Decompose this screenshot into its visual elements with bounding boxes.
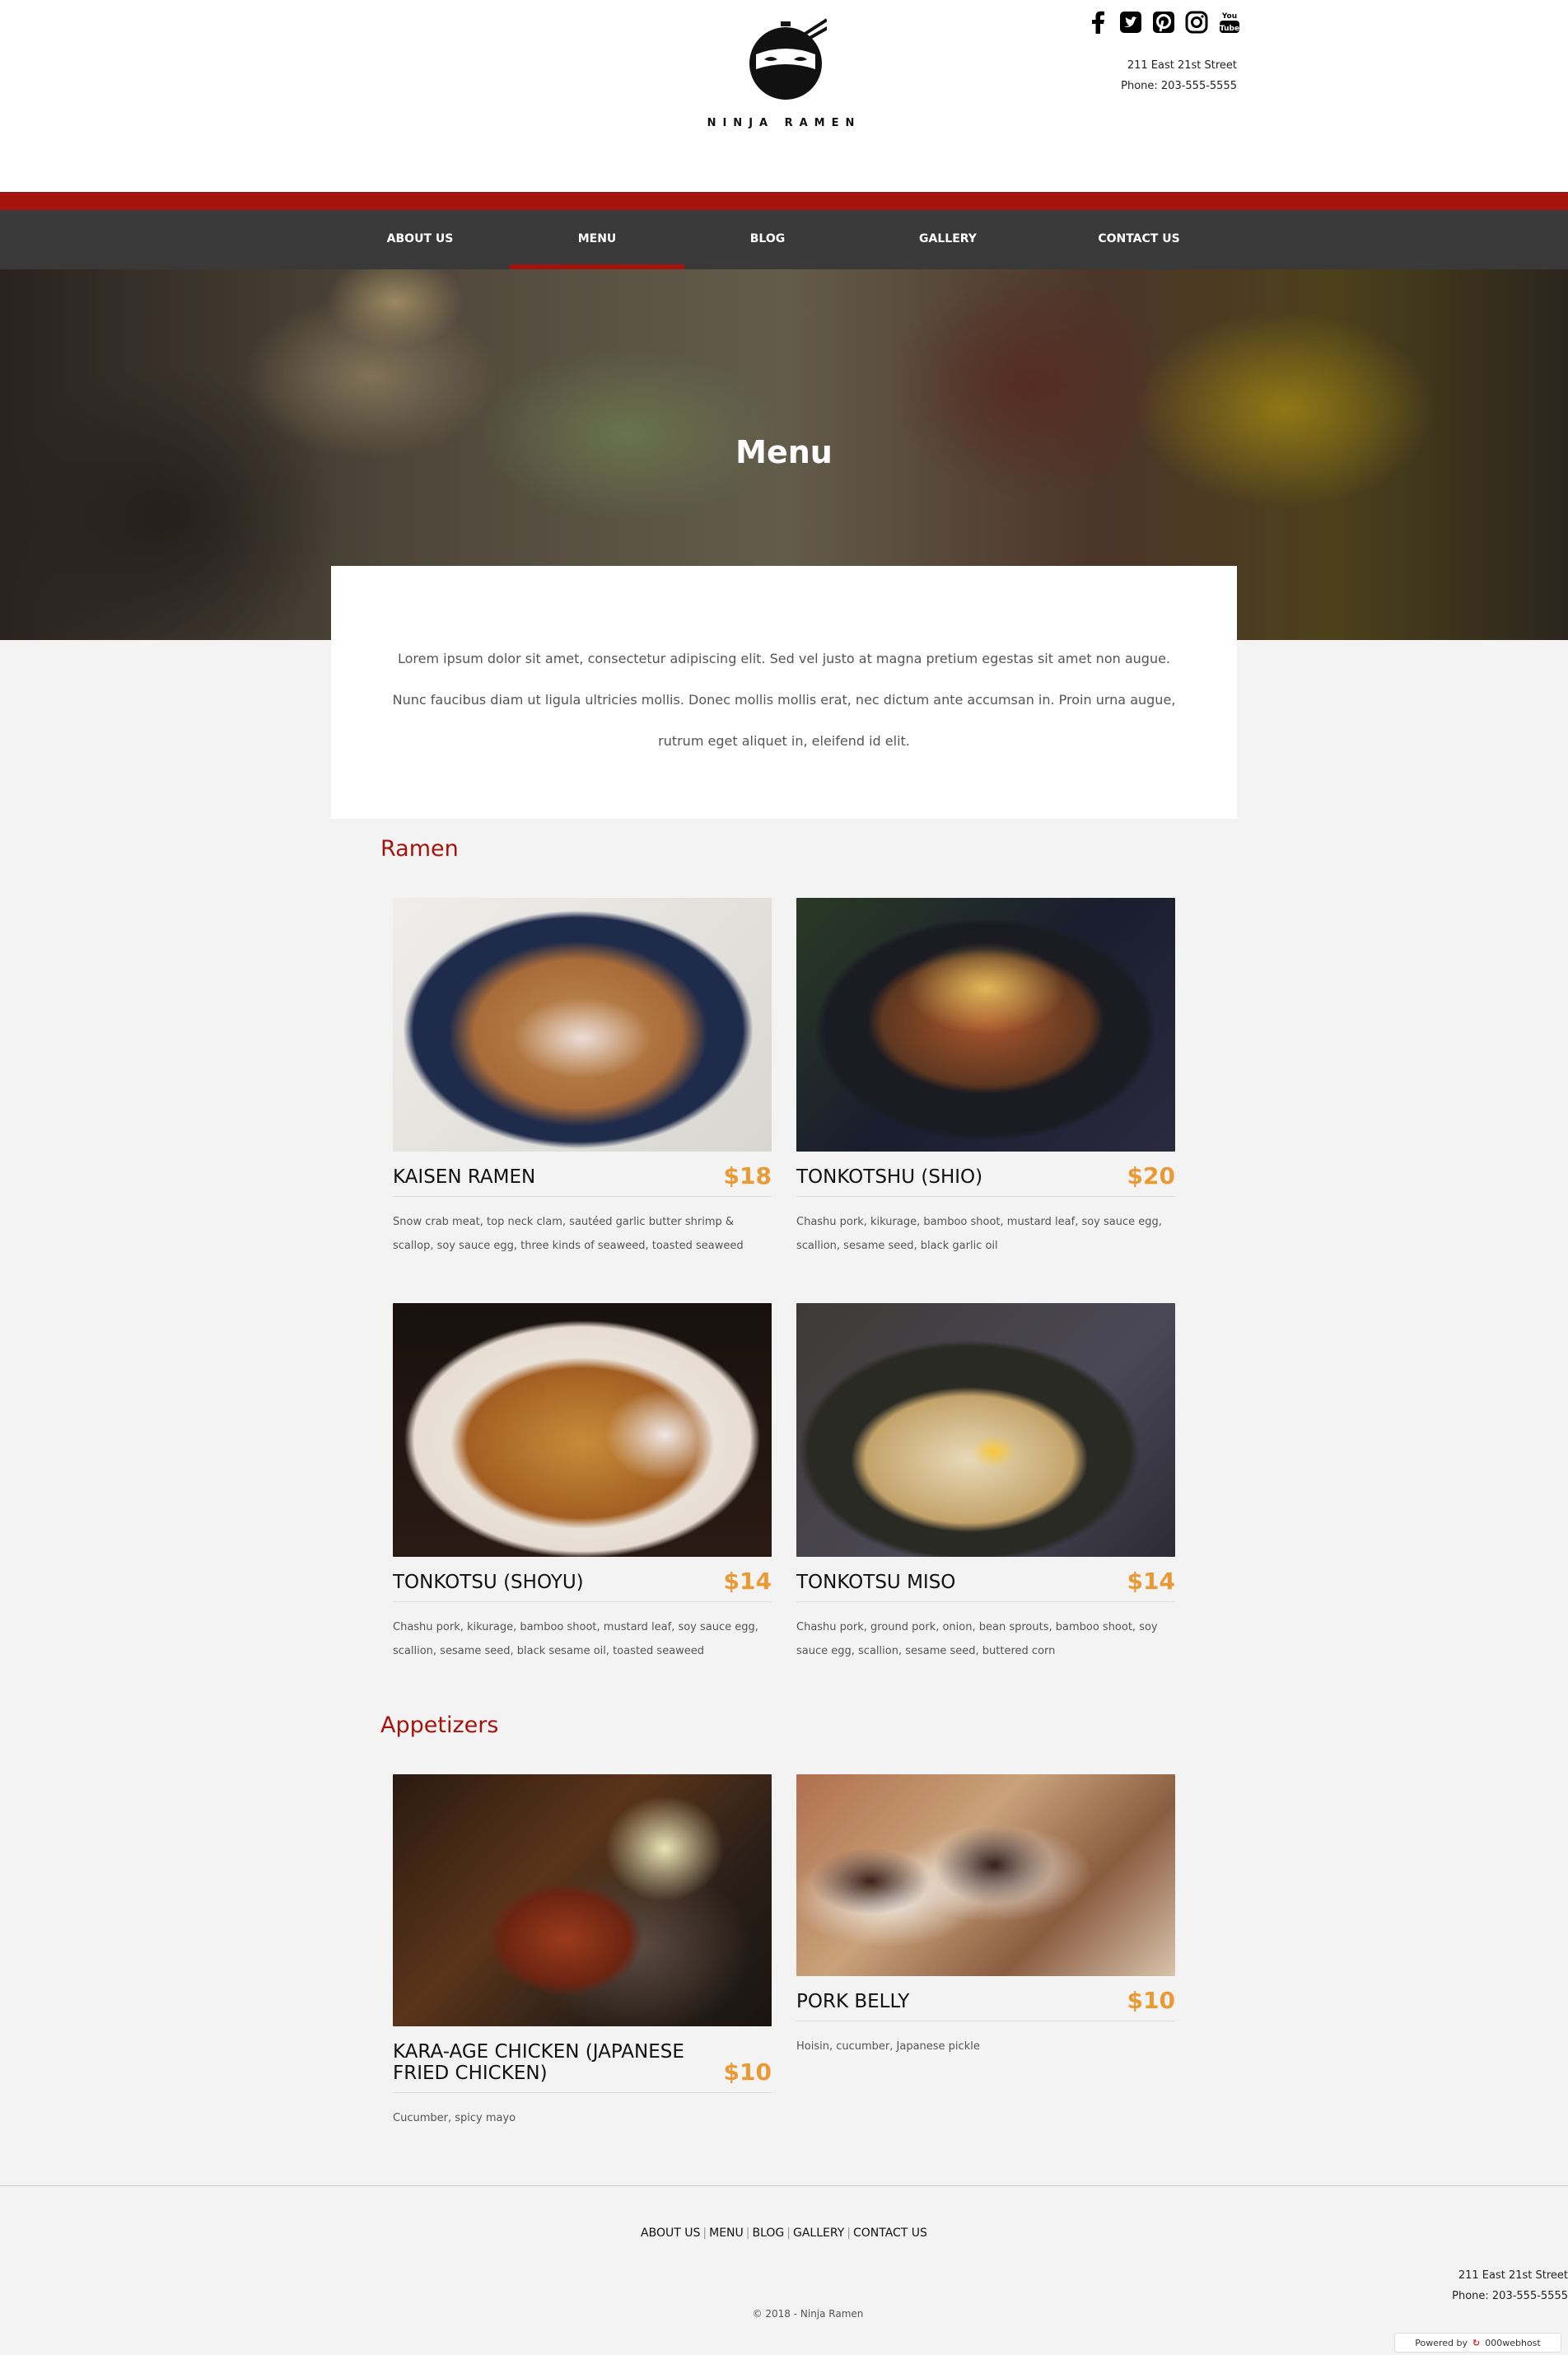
- host-name: 000webhost: [1485, 2337, 1541, 2348]
- pinterest-icon[interactable]: [1151, 10, 1176, 35]
- phone-label: Phone:: [1121, 80, 1158, 92]
- menu-item-description: Cucumber, spicy mayo: [393, 2112, 516, 2124]
- tonkotsu-shoyu-photo: [393, 1303, 772, 1557]
- footer-link-about-us[interactable]: ABOUT US: [641, 2227, 700, 2240]
- menu-item-header: TONKOTSU (SHOYU) $14: [393, 1568, 772, 1602]
- footer-link-contact-us[interactable]: CONTACT US: [853, 2227, 927, 2240]
- nav-item-about-us[interactable]: ABOUT US: [354, 210, 486, 269]
- menu-item-card: KARA-AGE CHICKEN (JAPANESE FRIED CHICKEN…: [393, 1774, 772, 2130]
- main-nav: ABOUT US MENU BLOG GALLERY CONTACT US: [0, 210, 1568, 269]
- menu-item-card: TONKOTSU MISO $14 Chashu pork, ground po…: [796, 1303, 1175, 1663]
- tonkotshu-shio-photo: [796, 898, 1175, 1152]
- footer-separator: |: [702, 2227, 707, 2240]
- menu-item-name: TONKOTSU (SHOYU): [393, 1572, 584, 1593]
- footer-separator: |: [786, 2227, 791, 2240]
- phone-link[interactable]: 203-555-5555: [1161, 80, 1237, 92]
- menu-item-header: KAISEN RAMEN $18: [393, 1162, 772, 1197]
- svg-text:Tube: Tube: [1220, 25, 1239, 33]
- phone-line: Phone: 203-555-5555: [1121, 76, 1237, 96]
- page-title: Menu: [735, 434, 833, 470]
- menu-item-price: $10: [1127, 1987, 1175, 2014]
- menu-item-card: TONKOTSHU (SHIO) $20 Chashu pork, kikura…: [796, 898, 1175, 1258]
- nav-item-contact-us[interactable]: CONTACT US: [1073, 210, 1205, 269]
- footer-nav: ABOUT US | MENU | BLOG | GALLERY | CONTACT US: [0, 2227, 1568, 2240]
- header-address: 211 East 21st Street Phone: 203-555-5555: [1121, 55, 1237, 96]
- footer-address: 211 East 21st Street Phone: 203-555-5555: [1452, 2265, 1568, 2306]
- footer-link-gallery[interactable]: GALLERY: [793, 2227, 844, 2240]
- menu-item-name: KAISEN RAMEN: [393, 1166, 536, 1188]
- menu-item-card: PORK BELLY $10 Hoisin, cucumber, Japanes…: [796, 1774, 1175, 2058]
- menu-item-description: Chashu pork, kikurage, bamboo shoot, mus…: [796, 1216, 1162, 1252]
- footer-divider: [0, 2185, 1568, 2186]
- menu-item-name: TONKOTSU MISO: [796, 1572, 956, 1593]
- youtube-icon[interactable]: You Tube: [1217, 10, 1242, 35]
- menu-item-price: $14: [1127, 1568, 1175, 1595]
- tonkotsu-miso-photo: [796, 1303, 1175, 1557]
- menu-item-description: Chashu pork, kikurage, bamboo shoot, mus…: [393, 1621, 758, 1657]
- menu-item-name: KARA-AGE CHICKEN (JAPANESE FRIED CHICKEN…: [393, 2041, 684, 2084]
- menu-item-price: $18: [723, 1162, 772, 1189]
- pork-belly-photo: [796, 1774, 1175, 1976]
- menu-item-name: TONKOTSHU (SHIO): [796, 1166, 983, 1188]
- ninja-ramen-logo-icon: [749, 18, 827, 100]
- menu-item-description: Snow crab meat, top neck clam, sautéed g…: [393, 1216, 744, 1252]
- brand-name: NINJA RAMEN: [707, 117, 861, 129]
- twitter-icon[interactable]: [1118, 10, 1143, 35]
- host-logo-icon: ↻: [1472, 2337, 1481, 2348]
- menu-item-price: $20: [1127, 1162, 1175, 1189]
- address-line: 211 East 21st Street: [1127, 59, 1237, 72]
- facebook-icon[interactable]: [1085, 10, 1110, 35]
- brand-logo[interactable]: NINJA RAMEN: [702, 18, 866, 133]
- site-header: NINJA RAMEN You Tube 211 East 21st Street…: [0, 0, 1568, 192]
- menu-item-header: PORK BELLY $10: [796, 1987, 1175, 2021]
- footer-link-menu[interactable]: MENU: [709, 2227, 744, 2240]
- menu-item-card: KAISEN RAMEN $18 Snow crab meat, top nec…: [393, 898, 772, 1258]
- intro-box: Lorem ipsum dolor sit amet, consectetur …: [331, 566, 1237, 819]
- copyright: © 2018 - Ninja Ramen: [752, 2308, 864, 2320]
- nav-item-blog[interactable]: BLOG: [702, 210, 833, 269]
- footer-separator: |: [847, 2227, 851, 2240]
- accent-bar: [0, 192, 1568, 210]
- powered-by-badge[interactable]: Powered by ↻ 000webhost: [1394, 2333, 1561, 2353]
- kara-age-chicken-photo: [393, 1774, 772, 2026]
- menu-item-header: TONKOTSHU (SHIO) $20: [796, 1162, 1175, 1197]
- menu-item-header: TONKOTSU MISO $14: [796, 1568, 1175, 1602]
- footer-address-line: 211 East 21st Street: [1458, 2269, 1568, 2282]
- nav-item-menu[interactable]: MENU: [510, 210, 684, 269]
- social-links: You Tube: [1085, 10, 1242, 35]
- menu-item-price: $10: [723, 2058, 772, 2086]
- menu-item-description: Hoisin, cucumber, Japanese pickle: [796, 2040, 980, 2053]
- svg-text:You: You: [1221, 12, 1237, 21]
- kaisen-ramen-photo: [393, 898, 772, 1152]
- menu-item-name: PORK BELLY: [796, 1991, 910, 2012]
- intro-text-line: Nunc faucibus diam ut ligula ultricies m…: [392, 692, 1176, 708]
- instagram-icon[interactable]: [1184, 10, 1209, 35]
- menu-item-price: $14: [723, 1568, 772, 1595]
- nav-item-gallery[interactable]: GALLERY: [882, 210, 1014, 269]
- intro-text-line: Lorem ipsum dolor sit amet, consectetur …: [397, 651, 1171, 666]
- section-title-appetizers: Appetizers: [380, 1713, 499, 1738]
- menu-item-header: KARA-AGE CHICKEN (JAPANESE FRIED CHICKEN…: [393, 2041, 772, 2093]
- footer-separator: |: [745, 2227, 750, 2240]
- footer-link-blog[interactable]: BLOG: [752, 2227, 784, 2240]
- footer-phone-line: Phone: 203-555-5555: [1452, 2290, 1568, 2302]
- menu-item-description: Chashu pork, ground pork, onion, bean sp…: [796, 1621, 1158, 1657]
- powered-by-label: Powered by: [1415, 2337, 1468, 2348]
- menu-item-card: TONKOTSU (SHOYU) $14 Chashu pork, kikura…: [393, 1303, 772, 1663]
- section-title-ramen: Ramen: [380, 836, 459, 862]
- intro-text-line: rutrum eget aliquet in, eleifend id elit…: [658, 733, 910, 749]
